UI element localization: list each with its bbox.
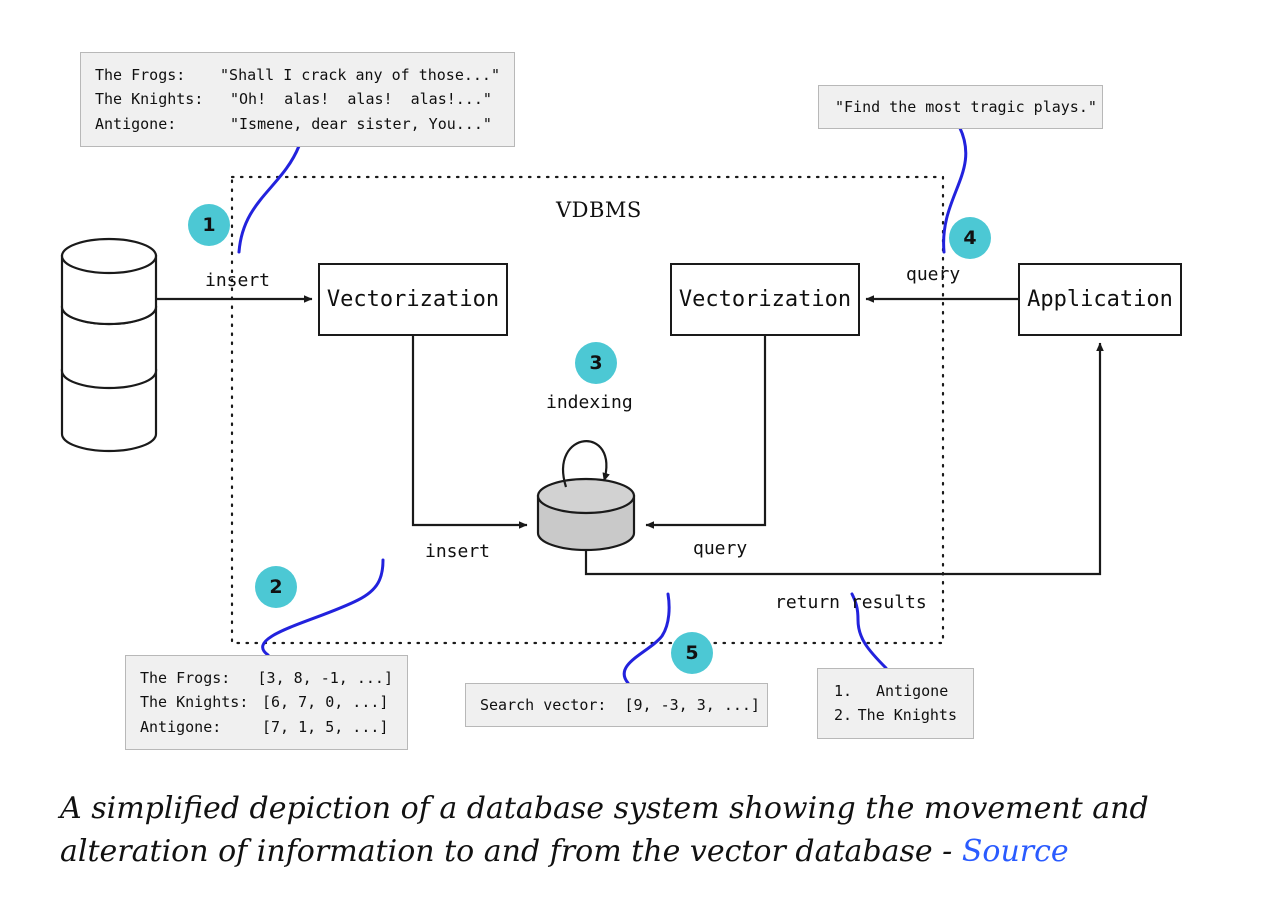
document-text: "Ismene, dear sister, You..." [230,114,492,133]
step-badge-3[interactable]: 3 [575,342,617,384]
node-vectorization-insert[interactable]: Vectorization [318,263,508,336]
diagram-canvas: Vectorization Vectorization Application … [0,0,1280,916]
vector-row: The Frogs: [3, 8, -1, ...] [140,666,393,690]
document-title: Antigone: [95,114,177,133]
step-badge-label: 4 [963,227,977,249]
vector-values: [6, 7, 0, ...] [262,693,389,712]
step-badge-label: 3 [589,352,603,374]
vector-title: The Knights: [140,693,249,712]
step-badge-1[interactable]: 1 [188,204,230,246]
node-label: Application [1027,287,1173,312]
step-badge-5[interactable]: 5 [671,632,713,674]
vdbms-title: VDBMS [556,198,642,222]
document-text: "Shall I crack any of those..." [220,66,500,84]
pointer-1 [237,144,301,254]
figure-caption: A simplified depiction of a database sys… [60,788,1180,873]
search-vector-text: Search vector: [9, -3, 3, ...] [480,696,760,714]
result-row: 1. Antigone [834,679,957,703]
result-row: 2. The Knights [834,703,957,727]
step-badge-4[interactable]: 4 [949,217,991,259]
document-row: The Knights: "Oh! alas! alas! alas!..." [95,87,500,111]
result-rank: 2. [834,706,853,725]
step-badge-label: 1 [202,214,216,236]
query-text: "Find the most tragic plays." [835,98,1097,116]
source-link[interactable]: Source [962,834,1069,869]
edge-label-insert-index: insert [425,541,491,562]
vector-title: Antigone: [140,717,222,736]
edge-label-indexing: indexing [546,392,633,413]
result-title: Antigone [876,682,949,700]
user-query-box: "Find the most tragic plays." [818,85,1103,130]
step-badge-label: 5 [685,642,699,664]
document-row: The Frogs: "Shall I crack any of those..… [95,63,500,87]
node-label: Vectorization [326,287,500,312]
results-box: 1. Antigone 2. The Knights [817,668,974,739]
node-vectorization-query[interactable]: Vectorization [670,263,860,336]
node-application[interactable]: Application [1018,263,1182,336]
vector-row: Antigone: [7, 1, 5, ...] [140,715,393,739]
vector-title: The Frogs: [140,669,231,687]
result-title: The Knights [857,706,957,725]
document-row: Antigone: "Ismene, dear sister, You..." [95,112,500,136]
vector-values: [3, 8, -1, ...] [257,669,393,687]
result-rank: 1. [834,682,853,700]
query-row: "Find the most tragic plays." [835,95,1097,119]
edge-label-insert-source: insert [205,270,271,291]
document-title: The Frogs: [95,66,186,84]
node-label: Vectorization [678,287,852,312]
search-vector-row: Search vector: [9, -3, 3, ...] [480,693,760,717]
document-title: The Knights: [95,90,204,109]
source-documents-box: The Frogs: "Shall I crack any of those..… [80,52,515,147]
step-badge-label: 2 [269,576,283,598]
edge-label-query-index: query [693,538,748,559]
pointer-5 [622,592,671,685]
document-text: "Oh! alas! alas! alas!..." [230,90,492,109]
edge-label-return-results: return results [775,592,927,613]
edge-label-query-application: query [906,264,961,285]
search-vector-box: Search vector: [9, -3, 3, ...] [465,683,768,728]
vector-documents-box: The Frogs: [3, 8, -1, ...] The Knights: … [125,655,408,750]
step-badge-2[interactable]: 2 [255,566,297,608]
vector-row: The Knights: [6, 7, 0, ...] [140,690,393,714]
vector-values: [7, 1, 5, ...] [262,717,389,736]
